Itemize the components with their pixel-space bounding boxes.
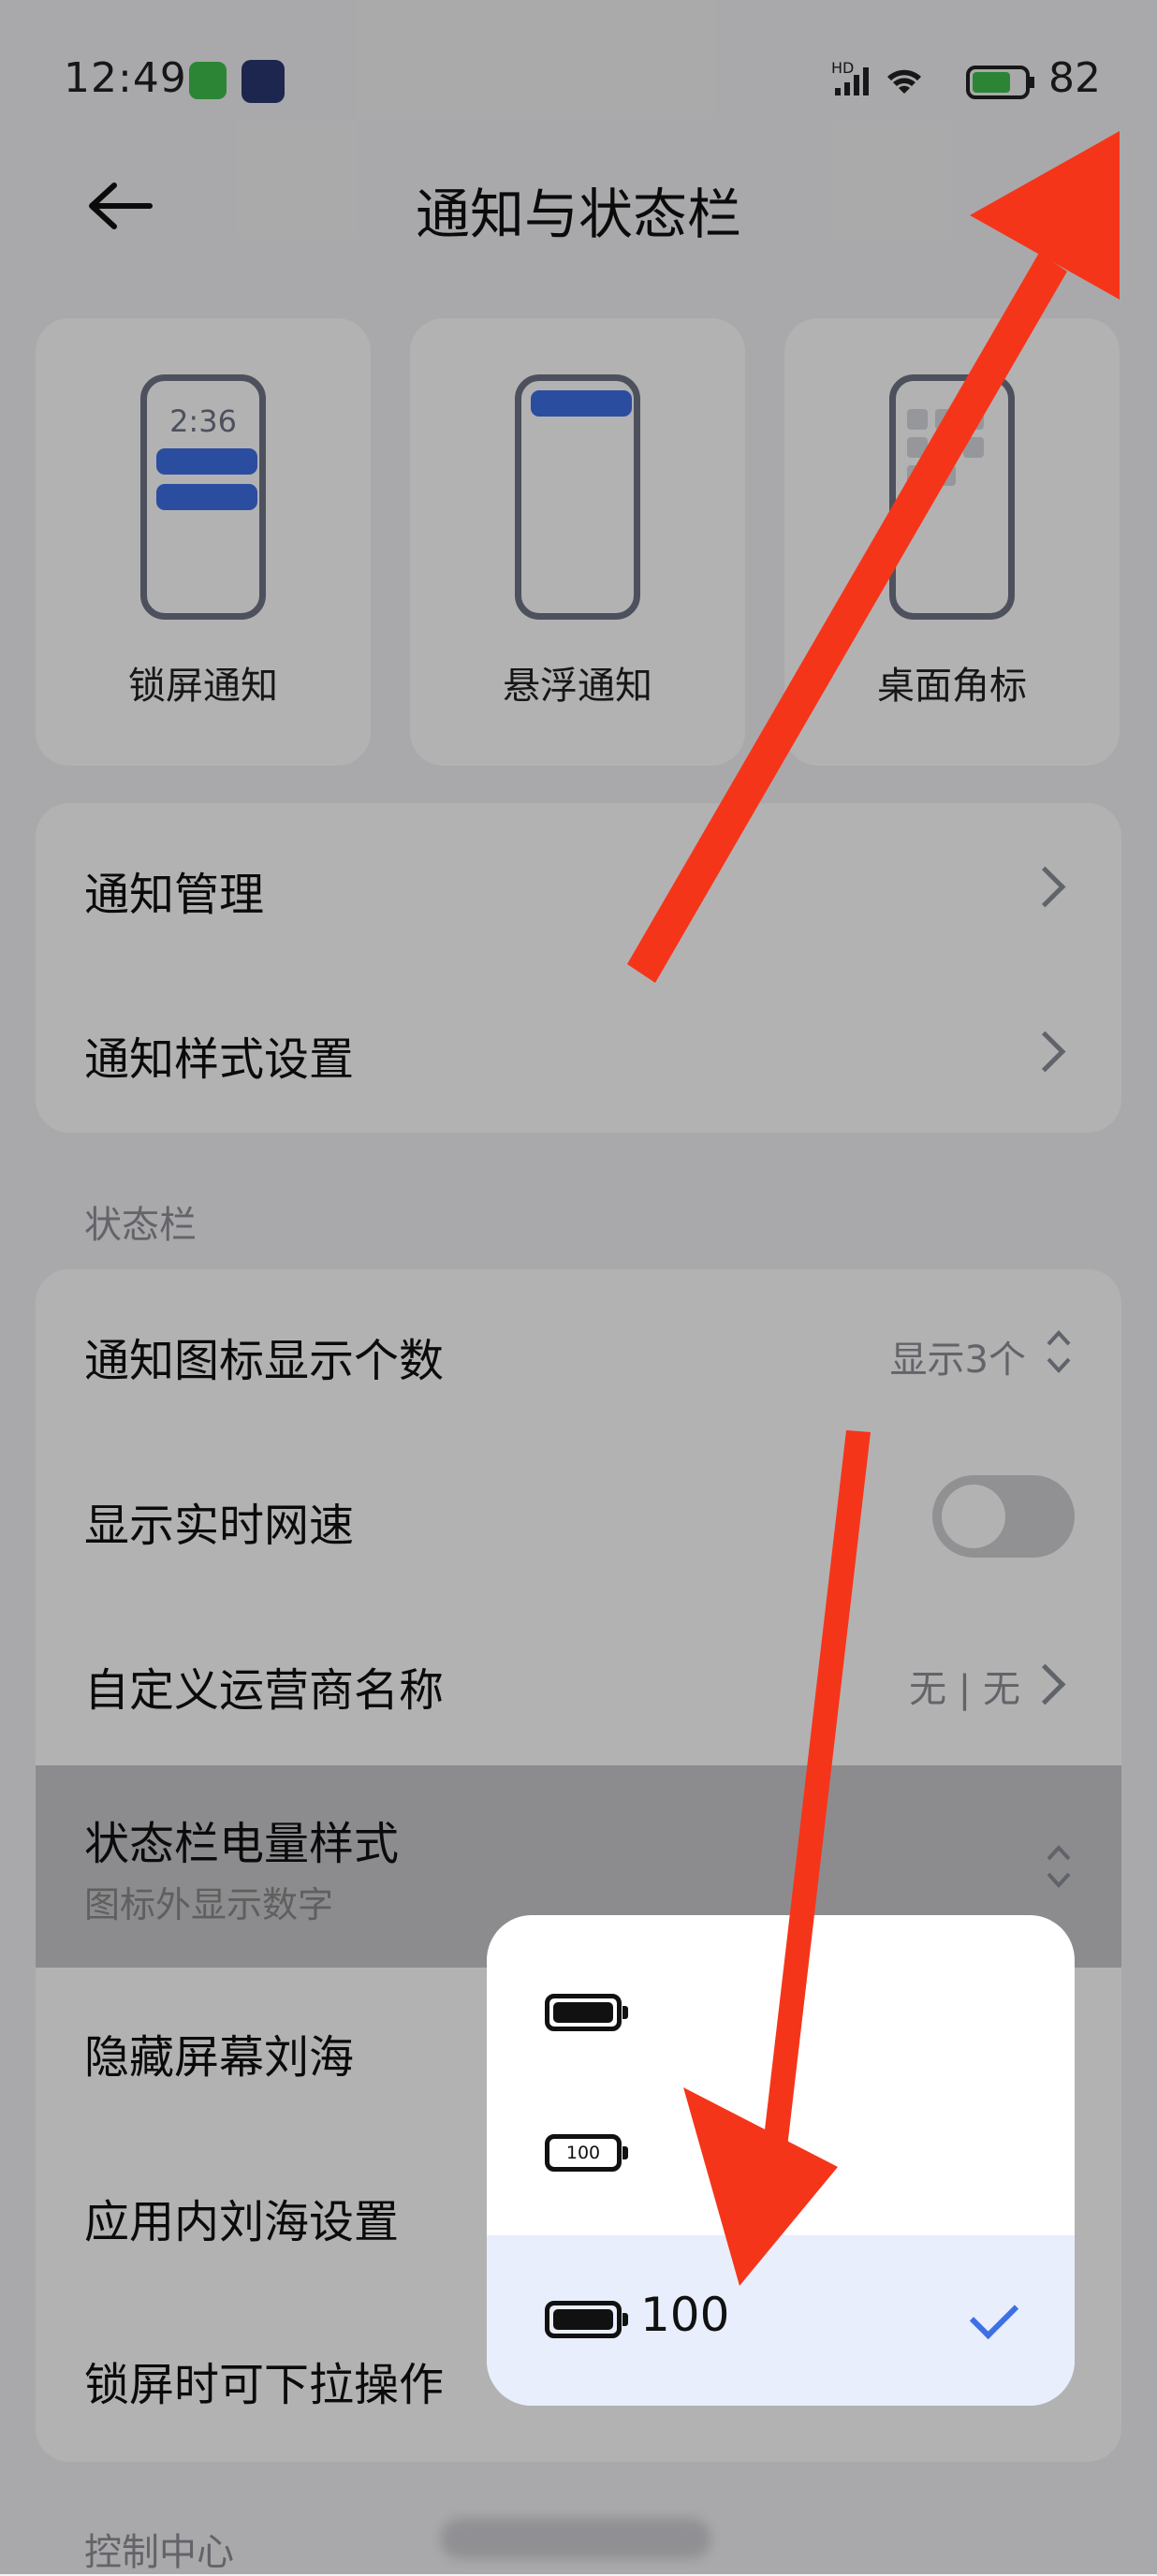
checkmark-icon xyxy=(969,2290,1019,2340)
battery-filled-icon xyxy=(545,1994,628,2031)
battery-filled-icon xyxy=(545,2301,628,2338)
battery-option-number-inside[interactable]: 100 xyxy=(487,2063,1075,2211)
battery-option-icon-only[interactable] xyxy=(487,1915,1075,2063)
battery-inner-text: 100 xyxy=(565,2143,601,2163)
battery-option-text: 100 xyxy=(640,2288,730,2342)
battery-option-number-outside[interactable]: 100 xyxy=(487,2235,1075,2406)
battery-style-popup: 100 100 xyxy=(487,1915,1075,2406)
battery-number-inside-icon: 100 xyxy=(545,2134,628,2172)
